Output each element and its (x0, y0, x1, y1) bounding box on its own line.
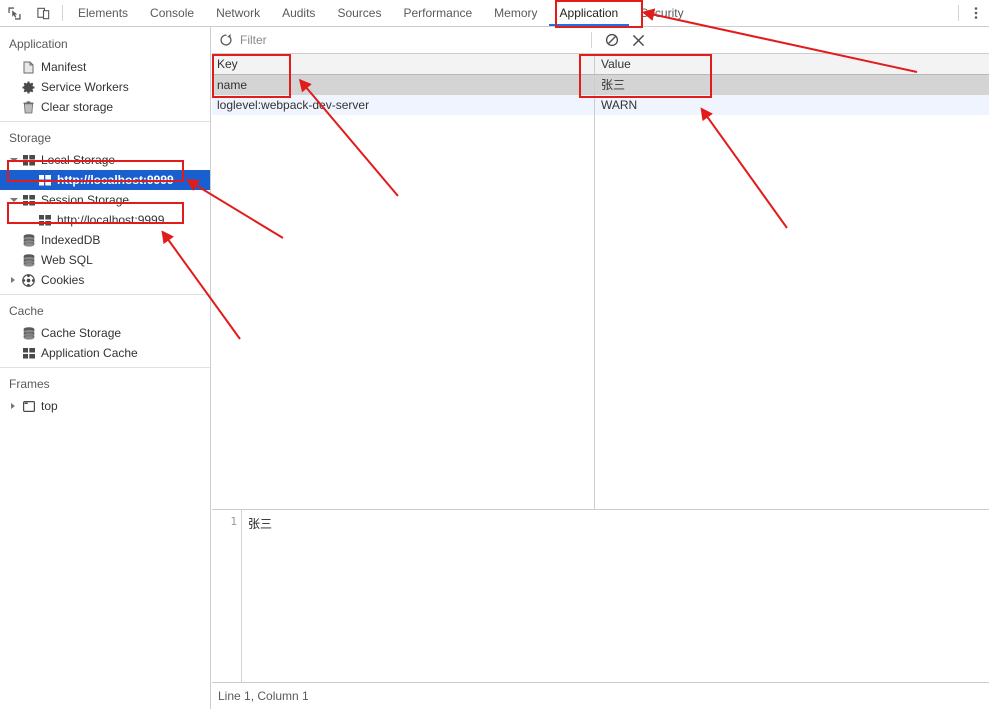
sidebar-item-label: top (41, 399, 58, 413)
sidebar-item-label: Web SQL (41, 253, 93, 267)
sidebar-item-manifest[interactable]: Manifest (0, 57, 210, 77)
sidebar-item-label: Service Workers (41, 80, 129, 94)
table-grid-icon (22, 347, 35, 359)
cell-value[interactable]: WARN (594, 95, 989, 115)
table-grid-icon (38, 214, 51, 226)
tab-label: Memory (494, 6, 538, 20)
status-bar: Line 1, Column 1 (212, 682, 989, 709)
preview-content[interactable]: 张三 (242, 510, 989, 682)
gear-icon (22, 80, 35, 94)
sidebar-item-label: Clear storage (41, 100, 114, 114)
cursor-position-label: Line 1, Column 1 (218, 689, 309, 703)
value-preview-pane: 1 张三 (212, 509, 989, 682)
tab-memory[interactable]: Memory (483, 0, 548, 26)
tab-label: Performance (403, 6, 473, 20)
table-header-row: Key Value (212, 54, 989, 75)
tab-console[interactable]: Console (139, 0, 205, 26)
chevron-down-icon[interactable] (10, 158, 18, 162)
sidebar-item-local-storage-origin[interactable]: http://localhost:9999 (0, 170, 210, 190)
tab-label: Application (559, 6, 619, 20)
cookie-icon (22, 273, 35, 287)
sidebar-item-clear-storage[interactable]: Clear storage (0, 97, 210, 117)
tab-strip-spacer (695, 0, 954, 26)
table-grid-icon (22, 154, 35, 166)
sidebar-section-application: Application (9, 37, 68, 51)
sidebar-item-session-storage[interactable]: Session Storage (0, 190, 210, 210)
sidebar-item-web-sql[interactable]: Web SQL (0, 250, 210, 270)
device-toolbar-icon[interactable] (29, 0, 58, 26)
database-icon (22, 253, 35, 267)
tab-security[interactable]: Security (629, 0, 694, 26)
line-number-gutter: 1 (212, 510, 242, 682)
sidebar-item-cookies[interactable]: Cookies (0, 270, 210, 290)
sidebar-item-label: http://localhost:9999 (57, 213, 165, 227)
sidebar-item-label: IndexedDB (41, 233, 101, 247)
tab-elements[interactable]: Elements (67, 0, 139, 26)
sidebar-group-frames: Frames (9, 377, 50, 391)
delete-selected-icon[interactable] (625, 29, 651, 51)
sidebar-item-application-cache[interactable]: Application Cache (0, 343, 210, 363)
refresh-icon[interactable] (212, 33, 240, 47)
chevron-right-icon[interactable] (11, 277, 15, 283)
column-header-key[interactable]: Key (212, 57, 594, 71)
tab-audits[interactable]: Audits (271, 0, 326, 26)
tab-label: Network (216, 6, 261, 20)
cell-key[interactable]: loglevel:webpack-dev-server (212, 98, 594, 112)
search-input[interactable] (240, 33, 585, 47)
tab-label: Sources (337, 6, 382, 20)
sidebar-group-storage: Storage (9, 131, 52, 145)
tab-network[interactable]: Network (205, 0, 271, 26)
tab-label: Audits (282, 6, 316, 20)
clear-all-icon[interactable] (599, 29, 625, 51)
manifest-file-icon (22, 61, 35, 74)
tab-label: Security (640, 6, 684, 20)
tab-performance[interactable]: Performance (392, 0, 483, 26)
sidebar-item-label: Application Cache (41, 346, 138, 360)
sidebar-item-label: Cookies (41, 273, 85, 287)
tab-sources[interactable]: Sources (326, 0, 392, 26)
column-header-value[interactable]: Value (594, 54, 989, 74)
sidebar-group-cache: Cache (9, 304, 44, 318)
sidebar-item-top-frame[interactable]: top (0, 396, 210, 416)
sidebar-item-label: Session Storage (41, 193, 130, 207)
inspect-element-icon[interactable] (0, 0, 29, 26)
cell-key[interactable]: name (212, 78, 594, 92)
toolbar-divider (62, 5, 63, 21)
chevron-right-icon[interactable] (11, 403, 15, 409)
more-options-icon[interactable] (963, 0, 989, 26)
database-icon (22, 233, 35, 247)
table-grid-icon (38, 174, 51, 186)
filter-toolbar-divider (591, 32, 592, 48)
sidebar-item-label: Local Storage (41, 153, 116, 167)
toolbar-divider-right (958, 5, 959, 21)
tab-label: Console (150, 6, 195, 20)
chevron-down-icon[interactable] (10, 198, 18, 202)
storage-key-value-table: Key Value name 张三 loglevel:webpack-dev-s… (212, 54, 989, 509)
tab-label: Elements (78, 6, 129, 20)
database-icon (22, 326, 35, 340)
trash-icon (22, 100, 35, 114)
sidebar-item-session-storage-origin[interactable]: http://localhost:9999 (0, 210, 210, 230)
sidebar-item-indexeddb[interactable]: IndexedDB (0, 230, 210, 250)
table-row[interactable]: name 张三 (212, 75, 989, 95)
sidebar-item-label: Cache Storage (41, 326, 122, 340)
sidebar-item-local-storage[interactable]: Local Storage (0, 150, 210, 170)
sidebar-item-cache-storage[interactable]: Cache Storage (0, 323, 210, 343)
application-sidebar: Application Manifest Service Workers Cle… (0, 27, 211, 709)
tab-application[interactable]: Application (548, 0, 630, 26)
sidebar-item-service-workers[interactable]: Service Workers (0, 77, 210, 97)
frame-window-icon (22, 400, 35, 412)
table-row[interactable]: loglevel:webpack-dev-server WARN (212, 95, 989, 115)
storage-filter-toolbar (212, 27, 989, 54)
devtools-tab-strip: Elements Console Network Audits Sources … (0, 0, 989, 27)
sidebar-item-label: Manifest (41, 60, 87, 74)
cell-value[interactable]: 张三 (594, 75, 989, 95)
sidebar-item-label: http://localhost:9999 (57, 173, 174, 187)
table-grid-icon (22, 194, 35, 206)
column-resize-divider[interactable] (594, 95, 595, 509)
